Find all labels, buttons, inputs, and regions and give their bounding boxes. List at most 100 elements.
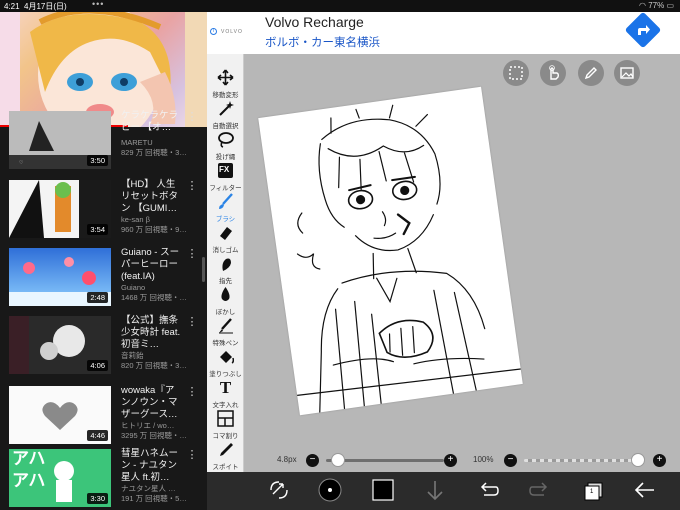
video-item[interactable]: 4:46 wowaka『アンノウン・マザーグース… ヒトリエ / wo… 329… xyxy=(0,384,207,450)
opacity-slider-knob[interactable] xyxy=(631,453,645,467)
video-thumbnail[interactable]: ♡ 3:50 xyxy=(9,111,111,169)
video-channel: ke-san β xyxy=(121,215,150,224)
video-meta: 3295 万 回視聴・… xyxy=(121,431,187,440)
layer-count: 1 xyxy=(590,489,594,495)
video-channel: MARETU xyxy=(121,138,153,147)
opacity-slider[interactable] xyxy=(524,459,645,462)
more-options-icon[interactable]: ⋮ xyxy=(186,248,198,260)
down-arrow-icon xyxy=(427,481,443,501)
ad-info-icon[interactable]: i xyxy=(210,28,217,35)
video-meta: 1468 万 回視聴・… xyxy=(121,293,187,302)
move-icon xyxy=(217,69,234,86)
video-item[interactable]: 2:48 Guiano - スーパーヒーロー (feat.IA) Guiano … xyxy=(0,246,207,312)
lasso-icon xyxy=(217,131,234,148)
color-swatch-button[interactable] xyxy=(371,478,395,502)
paint-app: 移動変形 自動選択 投げ縄 FX フィルター ブラシ 消しゴム 指先 ぼかし 特殊ペン 塗りつぶし T… xyxy=(207,54,680,510)
special-pen-icon xyxy=(217,317,234,334)
sketch-drawing xyxy=(296,104,522,414)
video-title[interactable]: 【公式】撫条少女時計 feat.初音ミ… xyxy=(121,315,181,351)
filter-icon: FX xyxy=(217,162,234,179)
color-swatch-icon xyxy=(372,479,394,501)
drawing-canvas[interactable] xyxy=(258,86,523,416)
video-duration: 4:06 xyxy=(87,360,108,371)
video-item[interactable]: アハ アハ 3:30 彗星ハネムーン - ナユタン星人 ft.初… ナユタン星人… xyxy=(0,447,207,510)
gesture-button[interactable] xyxy=(540,60,566,86)
video-duration: 4:46 xyxy=(87,430,108,441)
directions-arrow-icon xyxy=(638,25,650,35)
brush-size-slider-knob[interactable] xyxy=(331,453,346,467)
video-title[interactable]: 彗星ハネムーン - ナユタン星人 ft.初… xyxy=(121,448,181,484)
video-thumbnail[interactable]: 3:54 xyxy=(9,180,111,238)
brush-preview-button[interactable] xyxy=(318,478,342,502)
video-duration: 3:54 xyxy=(87,224,108,235)
video-item[interactable]: 3:54 【HD】 人生リセットボタン 【GUMI… ke-san β 960 … xyxy=(0,178,207,244)
ad-title[interactable]: Volvo Recharge xyxy=(265,14,364,30)
text-icon: T xyxy=(219,378,232,397)
video-channel: Guiano xyxy=(121,283,146,292)
video-thumbnail[interactable]: 4:46 xyxy=(9,386,111,444)
video-item[interactable]: ♡ 3:50 ケラケラケラ ビー 【オ… MARETU 829 万 回視聴・3…… xyxy=(0,109,207,175)
video-title[interactable]: 【HD】 人生リセットボタン 【GUMI… xyxy=(121,179,181,215)
status-right: ◠ 77% ▭ xyxy=(639,1,674,10)
scrollbar[interactable] xyxy=(202,257,205,282)
brush-settings-button[interactable] xyxy=(578,60,604,86)
slider-bar: 4.8px − + 100% − + xyxy=(245,450,680,472)
status-bar: 4:21 4月17日(日) ••• ◠ 77% ▭ xyxy=(0,0,680,12)
blur-icon xyxy=(217,286,234,303)
video-title[interactable]: ケラケラケラ ビー 【オ… xyxy=(121,110,181,134)
opacity-decrease-button[interactable]: − xyxy=(504,454,517,467)
youtube-pane: ♡ 3:50 ケラケラケラ ビー 【オ… MARETU 829 万 回視聴・3…… xyxy=(0,12,207,510)
undo-button[interactable] xyxy=(476,478,500,502)
split-view-handle-icon[interactable]: ••• xyxy=(92,0,104,9)
video-channel: 音莉飴 xyxy=(121,351,144,360)
video-item[interactable]: 4:06 【公式】撫条少女時計 feat.初音ミ… 音莉飴 820 万 回視聴・… xyxy=(0,314,207,380)
transform-button[interactable] xyxy=(267,478,291,502)
video-meta: 960 万 回視聴・9… xyxy=(121,225,187,234)
canvas-area[interactable] xyxy=(245,54,680,454)
battery-icon: ▭ xyxy=(666,1,674,10)
ad-subtitle[interactable]: ボルボ・カー東名横浜 xyxy=(265,34,380,50)
ad-brand-logo: VOLVO xyxy=(221,29,243,35)
brush-size-decrease-button[interactable]: − xyxy=(306,454,319,467)
screen: 4:21 4月17日(日) ••• ◠ 77% ▭ ♡ 3:50 ケラケラケラ … xyxy=(0,0,680,510)
svg-text:♡: ♡ xyxy=(19,160,24,166)
video-meta: 829 万 回視聴・3… xyxy=(121,148,187,157)
selection-tool-button[interactable] xyxy=(503,60,529,86)
video-duration: 3:50 xyxy=(87,155,108,166)
finger-icon xyxy=(217,255,234,272)
status-clock: 4:21 xyxy=(4,2,20,11)
directions-button[interactable] xyxy=(624,11,662,49)
image-button[interactable] xyxy=(614,60,640,86)
more-options-icon[interactable]: ⋮ xyxy=(186,180,198,192)
video-meta: 820 万 回視聴・3… xyxy=(121,361,187,370)
brush-icon xyxy=(217,193,234,210)
opacity-increase-button[interactable]: + xyxy=(653,454,666,467)
back-button[interactable] xyxy=(633,478,657,502)
video-title[interactable]: Guiano - スーパーヒーロー (feat.IA) xyxy=(121,247,181,283)
more-options-icon[interactable]: ⋮ xyxy=(186,316,198,328)
video-thumbnail[interactable]: 2:48 xyxy=(9,248,111,306)
tool-palette: 移動変形 自動選択 投げ縄 FX フィルター ブラシ 消しゴム 指先 ぼかし 特殊ペン 塗りつぶし T… xyxy=(207,54,244,502)
undo-icon xyxy=(480,482,499,496)
video-thumbnail[interactable]: 4:06 xyxy=(9,316,111,374)
video-thumbnail[interactable]: アハ アハ 3:30 xyxy=(9,449,111,507)
video-duration: 2:48 xyxy=(87,292,108,303)
more-options-icon[interactable]: ⋮ xyxy=(186,111,198,123)
layers-button[interactable]: 1 xyxy=(581,478,605,502)
video-duration: 3:30 xyxy=(87,493,108,504)
ad-banner[interactable]: i VOLVO Volvo Recharge ボルボ・カー東名横浜 xyxy=(207,11,680,54)
redo-button[interactable] xyxy=(528,478,552,502)
back-arrow-icon xyxy=(634,482,654,498)
selection-icon xyxy=(509,66,523,80)
bottom-toolbar: 1 xyxy=(207,472,680,510)
download-button[interactable] xyxy=(423,478,447,502)
eyedropper-icon xyxy=(217,441,234,458)
eraser-icon xyxy=(217,224,234,241)
status-date: 4月17日(日) xyxy=(24,2,67,11)
more-options-icon[interactable]: ⋮ xyxy=(186,386,198,398)
more-options-icon[interactable]: ⋮ xyxy=(186,449,198,461)
brush-size-increase-button[interactable]: + xyxy=(444,454,457,467)
fill-icon xyxy=(217,348,235,365)
brush-size-label: 4.8px xyxy=(277,455,297,464)
video-title[interactable]: wowaka『アンノウン・マザーグース… xyxy=(121,385,181,421)
